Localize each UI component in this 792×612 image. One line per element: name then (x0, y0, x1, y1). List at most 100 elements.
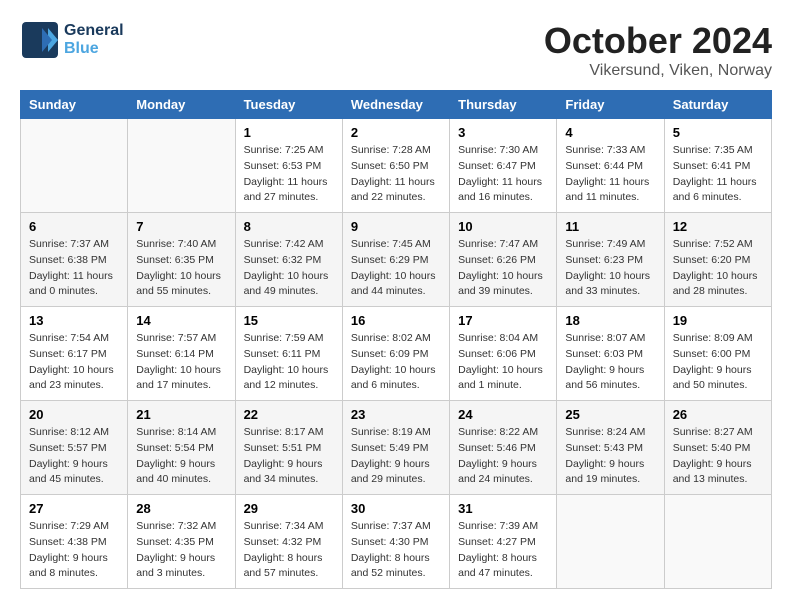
sunset-text: Sunset: 6:00 PM (673, 347, 763, 363)
daylight-text: Daylight: 8 hours and 57 minutes. (244, 551, 334, 583)
sunrise-text: Sunrise: 7:45 AM (351, 237, 441, 253)
daylight-text: Daylight: 10 hours and 55 minutes. (136, 269, 226, 301)
calendar-cell: 17 Sunrise: 8:04 AMSunset: 6:06 PMDayligh… (450, 307, 557, 401)
weekday-header: Thursday (450, 91, 557, 119)
calendar-cell: 18Sunrise: 8:07 AMSunset: 6:03 PMDayligh… (557, 307, 664, 401)
sunrise-text: Sunrise: 7:35 AM (673, 143, 763, 159)
day-number: 23 (351, 407, 441, 422)
sunrise-text: Sunrise: 7:33 AM (565, 143, 655, 159)
daylight-text: Daylight: 9 hours and 40 minutes. (136, 457, 226, 489)
day-detail: Sunrise: 7:42 AMSunset: 6:32 PMDaylight:… (244, 237, 334, 300)
calendar-table: SundayMondayTuesdayWednesdayThursdayFrid… (20, 90, 772, 589)
day-number: 17 (458, 313, 548, 328)
day-detail: Sunrise: 7:40 AMSunset: 6:35 PMDaylight:… (136, 237, 226, 300)
calendar-cell (557, 495, 664, 589)
day-detail: Sunrise: 7:39 AMSunset: 4:27 PMDaylight:… (458, 519, 548, 582)
day-detail: Sunrise: 7:35 AMSunset: 6:41 PMDaylight:… (673, 143, 763, 206)
calendar-cell: 5 Sunrise: 7:35 AMSunset: 6:41 PMDaylight… (664, 119, 771, 213)
day-detail: Sunrise: 7:52 AMSunset: 6:20 PMDaylight:… (673, 237, 763, 300)
daylight-text: Daylight: 10 hours and 1 minute. (458, 363, 548, 395)
sunset-text: Sunset: 5:43 PM (565, 441, 655, 457)
sunset-text: Sunset: 4:32 PM (244, 535, 334, 551)
daylight-text: Daylight: 11 hours and 6 minutes. (673, 175, 763, 207)
sunset-text: Sunset: 6:14 PM (136, 347, 226, 363)
title-block: October 2024 Vikersund, Viken, Norway (544, 20, 772, 80)
calendar-week-row: 13Sunrise: 7:54 AMSunset: 6:17 PMDayligh… (21, 307, 772, 401)
daylight-text: Daylight: 8 hours and 47 minutes. (458, 551, 548, 583)
day-number: 2 (351, 125, 441, 140)
calendar-cell: 27Sunrise: 7:29 AMSunset: 4:38 PMDayligh… (21, 495, 128, 589)
sunrise-text: Sunrise: 7:49 AM (565, 237, 655, 253)
daylight-text: Daylight: 10 hours and 28 minutes. (673, 269, 763, 301)
day-number: 7 (136, 219, 226, 234)
calendar-cell: 23Sunrise: 8:19 AMSunset: 5:49 PMDayligh… (342, 401, 449, 495)
sunrise-text: Sunrise: 8:27 AM (673, 425, 763, 441)
sunset-text: Sunset: 6:11 PM (244, 347, 334, 363)
day-detail: Sunrise: 7:37 AMSunset: 6:38 PMDaylight:… (29, 237, 119, 300)
sunset-text: Sunset: 4:27 PM (458, 535, 548, 551)
day-number: 28 (136, 501, 226, 516)
calendar-cell: 28Sunrise: 7:32 AMSunset: 4:35 PMDayligh… (128, 495, 235, 589)
daylight-text: Daylight: 9 hours and 29 minutes. (351, 457, 441, 489)
sunset-text: Sunset: 5:57 PM (29, 441, 119, 457)
sunset-text: Sunset: 6:44 PM (565, 159, 655, 175)
day-number: 9 (351, 219, 441, 234)
sunset-text: Sunset: 6:38 PM (29, 253, 119, 269)
sunrise-text: Sunrise: 8:04 AM (458, 331, 548, 347)
sunrise-text: Sunrise: 7:54 AM (29, 331, 119, 347)
sunrise-text: Sunrise: 8:17 AM (244, 425, 334, 441)
sunset-text: Sunset: 6:06 PM (458, 347, 548, 363)
day-number: 10 (458, 219, 548, 234)
day-detail: Sunrise: 7:54 AMSunset: 6:17 PMDaylight:… (29, 331, 119, 394)
calendar-cell: 7 Sunrise: 7:40 AMSunset: 6:35 PMDaylight… (128, 213, 235, 307)
day-detail: Sunrise: 8:17 AMSunset: 5:51 PMDaylight:… (244, 425, 334, 488)
sunrise-text: Sunrise: 7:57 AM (136, 331, 226, 347)
calendar-cell: 21Sunrise: 8:14 AMSunset: 5:54 PMDayligh… (128, 401, 235, 495)
weekday-header: Friday (557, 91, 664, 119)
calendar-cell: 13Sunrise: 7:54 AMSunset: 6:17 PMDayligh… (21, 307, 128, 401)
sunset-text: Sunset: 6:29 PM (351, 253, 441, 269)
sunrise-text: Sunrise: 8:14 AM (136, 425, 226, 441)
sunrise-text: Sunrise: 7:28 AM (351, 143, 441, 159)
daylight-text: Daylight: 11 hours and 11 minutes. (565, 175, 655, 207)
daylight-text: Daylight: 10 hours and 49 minutes. (244, 269, 334, 301)
sunset-text: Sunset: 6:47 PM (458, 159, 548, 175)
day-detail: Sunrise: 7:34 AMSunset: 4:32 PMDaylight:… (244, 519, 334, 582)
weekday-header: Sunday (21, 91, 128, 119)
daylight-text: Daylight: 10 hours and 12 minutes. (244, 363, 334, 395)
day-detail: Sunrise: 8:12 AMSunset: 5:57 PMDaylight:… (29, 425, 119, 488)
daylight-text: Daylight: 10 hours and 39 minutes. (458, 269, 548, 301)
calendar-cell (664, 495, 771, 589)
calendar-week-row: 1Sunrise: 7:25 AMSunset: 6:53 PMDaylight… (21, 119, 772, 213)
day-detail: Sunrise: 7:30 AMSunset: 6:47 PMDaylight:… (458, 143, 548, 206)
day-detail: Sunrise: 7:37 AMSunset: 4:30 PMDaylight:… (351, 519, 441, 582)
sunset-text: Sunset: 6:32 PM (244, 253, 334, 269)
day-number: 24 (458, 407, 548, 422)
weekday-header: Monday (128, 91, 235, 119)
daylight-text: Daylight: 9 hours and 24 minutes. (458, 457, 548, 489)
daylight-text: Daylight: 9 hours and 50 minutes. (673, 363, 763, 395)
calendar-cell: 30 Sunrise: 7:37 AMSunset: 4:30 PMDayligh… (342, 495, 449, 589)
calendar-cell (21, 119, 128, 213)
day-number: 5 (673, 125, 763, 140)
day-number: 30 (351, 501, 441, 516)
sunset-text: Sunset: 4:30 PM (351, 535, 441, 551)
logo-icon (20, 20, 60, 60)
calendar-cell: 24Sunrise: 8:22 AMSunset: 5:46 PMDayligh… (450, 401, 557, 495)
page-subtitle: Vikersund, Viken, Norway (544, 62, 772, 80)
weekday-header: Wednesday (342, 91, 449, 119)
day-detail: Sunrise: 8:02 AMSunset: 6:09 PMDaylight:… (351, 331, 441, 394)
calendar-week-row: 20Sunrise: 8:12 AMSunset: 5:57 PMDayligh… (21, 401, 772, 495)
calendar-cell: 14Sunrise: 7:57 AMSunset: 6:14 PMDayligh… (128, 307, 235, 401)
sunrise-text: Sunrise: 8:24 AM (565, 425, 655, 441)
daylight-text: Daylight: 9 hours and 45 minutes. (29, 457, 119, 489)
calendar-cell: 26Sunrise: 8:27 AMSunset: 5:40 PMDayligh… (664, 401, 771, 495)
day-number: 4 (565, 125, 655, 140)
sunset-text: Sunset: 6:53 PM (244, 159, 334, 175)
sunrise-text: Sunrise: 7:37 AM (29, 237, 119, 253)
calendar-cell: 25Sunrise: 8:24 AMSunset: 5:43 PMDayligh… (557, 401, 664, 495)
daylight-text: Daylight: 11 hours and 22 minutes. (351, 175, 441, 207)
sunset-text: Sunset: 6:26 PM (458, 253, 548, 269)
day-number: 1 (244, 125, 334, 140)
day-number: 18 (565, 313, 655, 328)
